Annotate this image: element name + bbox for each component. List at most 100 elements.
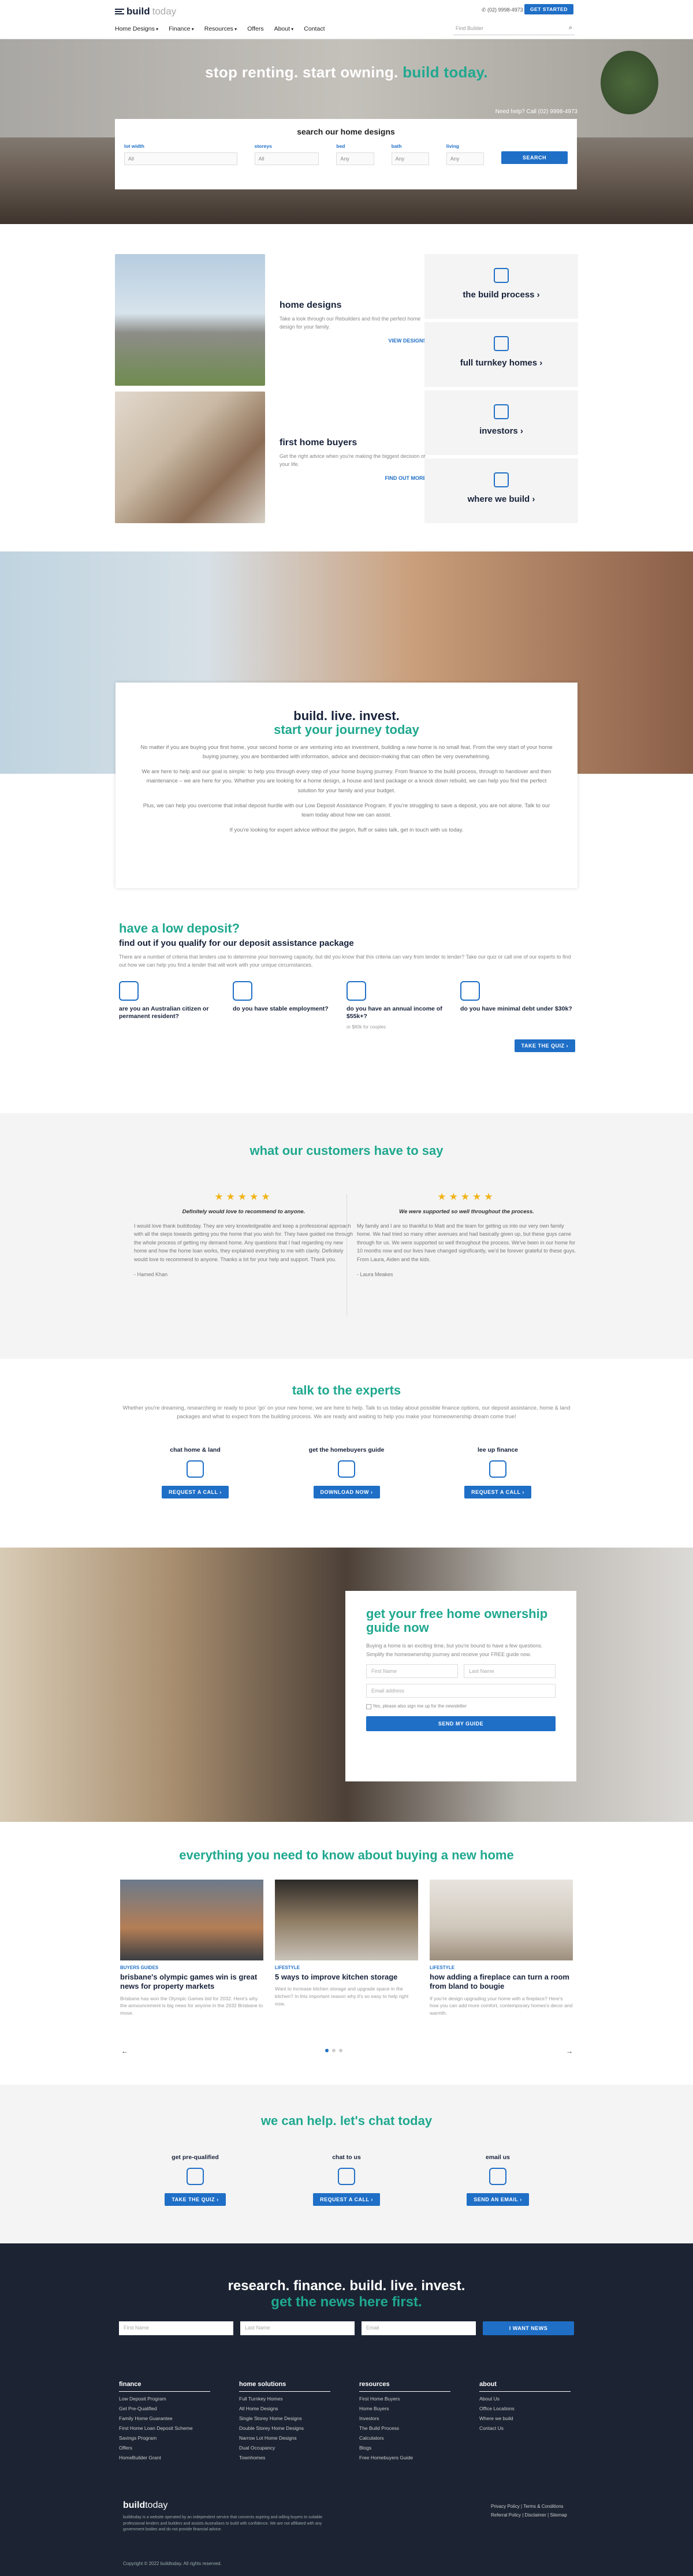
testimonial-1: ★★★★★ Definitely would love to recommend…: [134, 1191, 353, 1277]
carousel-prev-arrow[interactable]: ←: [121, 2047, 128, 2055]
journey-paragraph-3: Plus, we can help you overcome that init…: [143, 802, 550, 818]
footer-link[interactable]: Townhomes: [239, 2455, 330, 2461]
get-started-button[interactable]: GET STARTED: [524, 4, 573, 14]
investors-card[interactable]: investors ›: [424, 390, 578, 455]
sitemap-link[interactable]: Sitemap: [550, 2512, 567, 2518]
last-name-field[interactable]: Last Name: [464, 1664, 556, 1679]
storeys-field: storeys All: [254, 143, 319, 165]
terms-link[interactable]: Terms & Conditions: [523, 2504, 563, 2509]
footer-link[interactable]: Offers: [119, 2445, 210, 2451]
nav-contact[interactable]: Contact: [304, 25, 325, 32]
bed-label: bed: [336, 143, 345, 149]
news-card-1[interactable]: Buyers Guides brisbane's olympic games wi…: [120, 1880, 263, 2016]
nav-finance[interactable]: Finance: [169, 25, 194, 32]
footer-link[interactable]: Calculators: [359, 2435, 450, 2441]
nav-about[interactable]: About: [274, 25, 294, 32]
storeys-select[interactable]: All: [254, 152, 319, 165]
news-card-3[interactable]: Lifestyle how adding a fireplace can turn…: [430, 1880, 573, 2016]
header-phone[interactable]: ✆ (02) 9998-4973: [482, 7, 523, 13]
search-icon[interactable]: ⌕: [569, 24, 572, 32]
consent-checkbox[interactable]: [366, 1703, 371, 1709]
footer-link[interactable]: Family Home Guarantee: [119, 2415, 210, 2421]
footer-link[interactable]: Where we build: [479, 2415, 571, 2421]
turnkey-homes-card[interactable]: full turnkey homes ›: [424, 322, 578, 387]
passport-icon: [119, 981, 139, 1001]
build-process-card[interactable]: the build process ›: [424, 254, 578, 319]
journey-paragraph-4: If you're looking for expert advice with…: [229, 826, 464, 833]
footer-link[interactable]: The Build Process: [359, 2425, 450, 2431]
take-the-quiz-button[interactable]: TAKE THE QUIZ ›: [514, 1039, 575, 1053]
footer-link[interactable]: Low Deposit Program: [119, 2396, 210, 2402]
carousel-dot[interactable]: [339, 2049, 342, 2052]
request-call-button[interactable]: REQUEST A CALL ›: [464, 1486, 531, 1498]
footer-link[interactable]: Contact Us: [479, 2425, 571, 2431]
send-my-guide-button[interactable]: SEND MY GUIDE: [366, 1716, 556, 1731]
home-icon: [494, 336, 509, 351]
search-placeholder: Find Builder: [456, 25, 484, 31]
search-btn-wrap: SEARCH: [501, 143, 568, 165]
footer-first-name-field[interactable]: First Name: [119, 2321, 233, 2335]
footer-link[interactable]: Office Locations: [479, 2406, 571, 2411]
download-now-button[interactable]: DOWNLOAD NOW ›: [313, 1486, 380, 1498]
email-field[interactable]: Email address: [366, 1684, 556, 1698]
footer-last-name-field[interactable]: Last Name: [240, 2321, 355, 2335]
request-call-button[interactable]: REQUEST A CALL ›: [162, 1486, 229, 1498]
nav-resources[interactable]: Resources: [204, 25, 237, 32]
first-name-field[interactable]: First Name: [366, 1664, 458, 1679]
news-card-2[interactable]: Lifestyle 5 ways to improve kitchen stora…: [275, 1880, 418, 2007]
footer-link[interactable]: Blogs: [359, 2445, 450, 2451]
testimonial-headline: We were supported so well throughout the…: [399, 1209, 534, 1215]
search-button[interactable]: SEARCH: [501, 151, 568, 164]
lot-width-select[interactable]: All: [124, 152, 237, 165]
logo[interactable]: build today: [115, 6, 176, 17]
briefcase-icon: [233, 981, 252, 1001]
footer-link[interactable]: Dual Occupancy: [239, 2445, 330, 2451]
request-call-button[interactable]: REQUEST A CALL ›: [313, 2193, 380, 2206]
footer-link[interactable]: Single Storey Home Designs: [239, 2415, 330, 2421]
where-we-build-card[interactable]: where we build ›: [424, 458, 578, 523]
footer-link[interactable]: Free Homebuyers Guide: [359, 2455, 450, 2461]
carousel-dot[interactable]: [332, 2049, 336, 2052]
privacy-policy-link[interactable]: Privacy Policy: [491, 2504, 520, 2509]
bed-select[interactable]: Any: [336, 152, 374, 165]
footer-link[interactable]: Full Turnkey Homes: [239, 2396, 330, 2402]
footer-link[interactable]: Investors: [359, 2415, 450, 2421]
nav-home-designs[interactable]: Home Designs: [115, 25, 158, 32]
bath-select[interactable]: Any: [391, 152, 429, 165]
home-designs-info: home designs Take a look through our Reb…: [280, 300, 430, 344]
referral-policy-link[interactable]: Referral Policy: [491, 2512, 521, 2518]
search-input[interactable]: Find Builder ⌕: [453, 23, 575, 35]
carousel-next-arrow[interactable]: →: [566, 2047, 573, 2055]
footer-link[interactable]: Home Buyers: [359, 2406, 450, 2411]
footer-link[interactable]: About Us: [479, 2396, 571, 2402]
disclaimer-link[interactable]: Disclaimer: [525, 2512, 546, 2518]
footer-link[interactable]: First Home Loan Deposit Scheme: [119, 2425, 210, 2431]
footer-about-text: buildtoday is a website operated by an i…: [123, 2515, 323, 2532]
bath-label: bath: [391, 143, 402, 149]
send-email-button[interactable]: SEND AN EMAIL ›: [467, 2193, 529, 2206]
footer-logo[interactable]: buildtoday: [123, 2500, 167, 2511]
first-home-buyers-image[interactable]: [115, 392, 265, 523]
testimonial-author: - Laura Meakes: [357, 1271, 393, 1277]
footer-link[interactable]: HomeBuilder Grant: [119, 2455, 210, 2461]
home-designs-image[interactable]: [115, 254, 265, 386]
living-select[interactable]: Any: [446, 152, 484, 165]
footer-link[interactable]: All Home Designs: [239, 2406, 330, 2411]
bath-field: bath Any: [391, 143, 429, 165]
footer-link[interactable]: Get Pre-Qualified: [119, 2406, 210, 2411]
footer-link[interactable]: Narrow Lot Home Designs: [239, 2435, 330, 2441]
footer-link[interactable]: First Home Buyers: [359, 2396, 450, 2402]
carousel-dot[interactable]: [325, 2049, 329, 2052]
footer-link[interactable]: Double Storey Home Designs: [239, 2425, 330, 2431]
newsletter-consent[interactable]: Yes, please also sign me up for the news…: [366, 1703, 556, 1709]
view-designs-link[interactable]: VIEW DESIGNS ›: [280, 338, 430, 344]
take-the-quiz-button[interactable]: TAKE THE QUIZ ›: [165, 2193, 226, 2206]
investors-icon: [494, 404, 509, 419]
footer-email-field[interactable]: Email: [362, 2321, 476, 2335]
find-out-more-link[interactable]: FIND OUT MORE ›: [280, 475, 430, 481]
nav-offers[interactable]: Offers: [247, 25, 263, 32]
experts-text: Whether you're dreaming, researching or …: [122, 1405, 571, 1421]
footer-link[interactable]: Savings Program: [119, 2435, 210, 2441]
deposit-text: There are a number of criteria that lend…: [119, 954, 571, 968]
i-want-news-button[interactable]: I WANT NEWS: [483, 2321, 574, 2335]
